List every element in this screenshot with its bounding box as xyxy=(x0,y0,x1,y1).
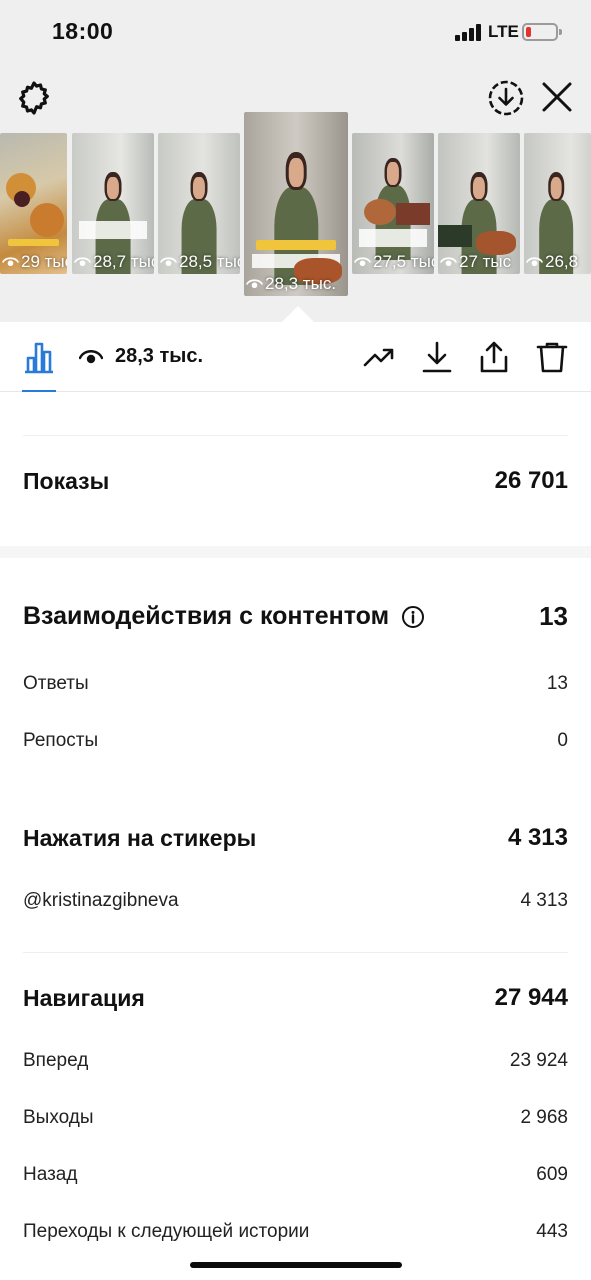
metric-row: Выходы 2 968 xyxy=(23,1107,568,1129)
download-icon[interactable] xyxy=(420,340,454,374)
section-separator xyxy=(0,546,591,558)
eye-icon xyxy=(354,256,371,266)
trash-icon[interactable] xyxy=(535,340,569,374)
active-tab-underline xyxy=(22,390,56,392)
story-thumbnail[interactable]: 26,8 xyxy=(524,133,591,274)
metric-value: 2 968 xyxy=(520,1107,568,1128)
navigation-label: Навигация xyxy=(23,984,145,1011)
close-icon[interactable] xyxy=(540,80,574,114)
metric-row: Назад 609 xyxy=(23,1164,568,1186)
metric-row: Ответы 13 xyxy=(23,673,568,695)
metric-value: 443 xyxy=(536,1221,568,1242)
metric-value: 23 924 xyxy=(509,1050,568,1071)
story-thumbnail[interactable]: 29 тыс xyxy=(0,133,67,274)
impressions-label: Показы xyxy=(23,467,110,494)
story-views: 26,8 xyxy=(526,252,578,272)
metric-row: Вперед 23 924 xyxy=(23,1050,568,1072)
sticker-taps-header: Нажатия на стикеры 4 313 xyxy=(23,824,568,852)
metric-label: Ответы xyxy=(23,673,89,694)
eye-icon xyxy=(160,256,177,266)
eye-icon xyxy=(79,350,103,364)
metric-value: 0 xyxy=(557,730,568,751)
gear-icon[interactable] xyxy=(16,80,52,116)
navigation-header: Навигация 27 944 xyxy=(23,984,568,1012)
interactions-header: Взаимодействия с контентом 13 xyxy=(23,601,568,632)
metric-row: @kristinazgibneva 4 313 xyxy=(23,890,568,912)
network-label: LTE xyxy=(488,22,519,41)
views-total: 28,3 тыс. xyxy=(115,345,204,367)
story-thumbnail[interactable]: 27 тыс xyxy=(438,133,520,274)
story-views: 29 тыс xyxy=(2,252,67,272)
sticker-handle: @kristinazgibneva xyxy=(23,890,179,911)
eye-icon xyxy=(2,256,19,266)
interactions-label: Взаимодействия с контентом xyxy=(23,602,390,630)
metric-label: Вперед xyxy=(23,1050,89,1071)
eye-icon xyxy=(526,256,543,266)
eye-icon xyxy=(440,256,457,266)
sticker-taps-value: 4 313 xyxy=(507,824,568,851)
impressions-value: 26 701 xyxy=(494,467,568,494)
story-thumbnail-selected[interactable]: 28,3 тыс. xyxy=(244,112,348,296)
metric-label: Репосты xyxy=(23,730,99,751)
eye-icon xyxy=(74,256,91,266)
navigation-value: 27 944 xyxy=(494,984,568,1011)
info-icon[interactable] xyxy=(401,605,425,629)
story-views: 28,5 тыс xyxy=(160,252,240,272)
divider xyxy=(23,952,568,953)
story-views: 28,7 тыс xyxy=(74,252,154,272)
metric-label: Назад xyxy=(23,1164,78,1185)
story-header: 18:00 LTE 29 тыс xyxy=(0,0,591,322)
metric-value: 609 xyxy=(536,1164,568,1185)
story-thumbnail[interactable]: 27,5 тыс xyxy=(352,133,434,274)
home-indicator[interactable] xyxy=(190,1262,402,1268)
impressions-row: Показы 26 701 xyxy=(23,467,568,495)
trending-icon[interactable] xyxy=(362,340,396,374)
eye-icon xyxy=(246,278,263,288)
metric-row: Переходы к следующей истории 443 xyxy=(23,1221,568,1243)
metric-label: Переходы к следующей истории xyxy=(23,1221,310,1242)
share-icon[interactable] xyxy=(477,340,511,374)
story-views: 28,3 тыс. xyxy=(246,274,336,294)
action-bar: 28,3 тыс. xyxy=(0,322,591,392)
story-thumbnail[interactable]: 28,7 тыс xyxy=(72,133,154,274)
metric-value: 4 313 xyxy=(520,890,568,911)
story-views: 27 тыс xyxy=(440,252,511,272)
signal-icon xyxy=(455,24,483,41)
battery-icon xyxy=(522,23,562,41)
sticker-taps-label: Нажатия на стикеры xyxy=(23,824,257,851)
metric-row: Репосты 0 xyxy=(23,730,568,752)
selected-pointer xyxy=(282,306,314,322)
story-views: 27,5 тыс xyxy=(354,252,434,272)
stories-strip: 29 тыс 28,7 тыс 28,5 тыс xyxy=(0,112,591,322)
story-thumbnail[interactable]: 28,5 тыс xyxy=(158,133,240,274)
metric-label: Выходы xyxy=(23,1107,94,1128)
status-time: 18:00 xyxy=(52,18,114,44)
bar-chart-icon[interactable] xyxy=(22,340,56,374)
metric-value: 13 xyxy=(546,673,568,694)
divider xyxy=(23,435,568,436)
status-bar: 18:00 LTE xyxy=(0,0,591,66)
interactions-value: 13 xyxy=(539,601,568,631)
